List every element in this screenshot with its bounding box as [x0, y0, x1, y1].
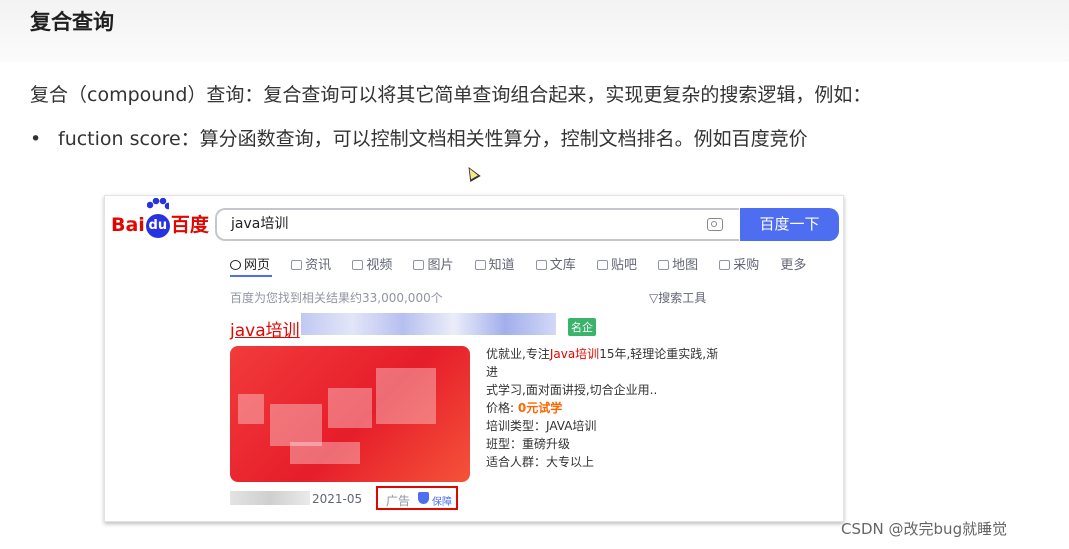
active-tab-indicator — [230, 275, 272, 277]
brand-badge: 名企 — [568, 318, 596, 336]
tab-label: 视频 — [366, 258, 393, 273]
guarantee-label[interactable]: 保障 — [432, 493, 452, 508]
pixel-block — [376, 368, 436, 424]
pixel-block — [290, 442, 360, 464]
ad-date: 2021-05 — [312, 492, 363, 506]
image-icon — [413, 260, 425, 270]
logo-du-badge: du — [145, 214, 170, 238]
desc-text: 优就业,专注 — [486, 347, 550, 361]
class-type: 班型：重磅升级 — [486, 437, 571, 451]
news-icon — [291, 260, 303, 270]
tab-label: 资讯 — [305, 258, 332, 273]
tab-tieba[interactable]: 贴吧 — [596, 254, 637, 273]
baidu-logo: Bai du 百度 — [111, 198, 209, 238]
tab-label: 知道 — [488, 258, 515, 273]
mouse-cursor-icon — [463, 163, 481, 183]
section-title: 复合查询 — [30, 10, 114, 34]
tab-label: 地图 — [672, 258, 699, 273]
pixelated-title-blur — [301, 313, 556, 335]
document-icon — [535, 260, 547, 270]
search-tabs: 网页 资讯 视频 图片 知道 文库 贴吧 地图 采购 更多 — [230, 254, 823, 273]
tab-purchase[interactable]: 采购 — [719, 254, 759, 273]
bullet-text: fuction score：算分函数查询，可以控制文档相关性算分，控制文档排名。… — [58, 128, 808, 150]
search-icon — [230, 260, 241, 270]
filter-icon: ▽ — [649, 291, 659, 305]
pixel-block — [238, 394, 264, 424]
pixelated-url-blur — [230, 491, 310, 505]
tab-news[interactable]: 资讯 — [291, 254, 331, 273]
bullet-dot: • — [30, 128, 42, 150]
cart-icon — [719, 260, 731, 270]
tab-map[interactable]: 地图 — [658, 254, 698, 273]
ad-image[interactable] — [230, 346, 470, 482]
desc-highlight: Java培训 — [549, 347, 600, 361]
tab-label: 网页 — [244, 258, 271, 273]
tieba-icon — [596, 260, 608, 270]
camera-icon[interactable] — [707, 218, 723, 231]
map-icon — [658, 260, 670, 270]
training-type: 培训类型：JAVA培训 — [486, 419, 597, 433]
search-tools-button[interactable]: ▽搜索工具 — [649, 289, 706, 306]
tab-wenku[interactable]: 文库 — [535, 254, 576, 273]
video-icon — [352, 260, 364, 270]
tab-more[interactable]: 更多 — [780, 254, 806, 273]
audience: 适合人群：大专以上 — [486, 455, 595, 469]
tab-web[interactable]: 网页 — [230, 254, 270, 273]
desc-line: 式学习,面对面讲授,切合企业用.. — [486, 383, 658, 397]
header-band — [0, 0, 1069, 62]
tab-video[interactable]: 视频 — [352, 254, 392, 273]
price-value: 0元试学 — [517, 401, 563, 415]
pixel-block — [270, 404, 322, 446]
tab-images[interactable]: 图片 — [413, 254, 453, 273]
search-button[interactable]: 百度一下 — [740, 208, 839, 241]
tools-label: 搜索工具 — [658, 291, 707, 305]
tab-label: 采购 — [733, 258, 760, 273]
tab-label: 更多 — [780, 258, 807, 273]
result-stats: 百度为您找到相关结果约33,000,000个 — [230, 291, 443, 305]
tab-label: 贴吧 — [610, 258, 637, 273]
bullet-item: • fuction score：算分函数查询，可以控制文档相关性算分，控制文档排名… — [30, 124, 808, 151]
shield-icon — [418, 492, 429, 504]
baidu-screenshot: Bai du 百度 java培训 百度一下 网页 资讯 视频 图片 知道 文库 贴吧… — [104, 195, 844, 522]
intro-text: 复合（compound）查询：复合查询可以将其它简单查询组合起来，实现更复杂的搜… — [30, 84, 872, 106]
pixel-block — [328, 388, 372, 428]
ad-description: 优就业,专注Java培训15年,轻理论重实践,渐进 式学习,面对面讲授,切合企业… — [486, 345, 726, 471]
price-label: 价格: — [486, 401, 515, 415]
tab-label: 图片 — [427, 258, 454, 273]
logo-text-left: Bai — [111, 214, 145, 236]
question-icon — [474, 260, 486, 270]
ad-footer: 2021-05 — [230, 491, 362, 506]
tab-label: 文库 — [549, 258, 576, 273]
tab-zhidao[interactable]: 知道 — [474, 254, 515, 273]
paw-icon — [147, 198, 169, 210]
ad-title-link[interactable]: java培训 — [230, 316, 300, 341]
logo-text-right: 百度 — [170, 214, 209, 236]
csdn-watermark: CSDN @改完bug就睡觉 — [841, 520, 1008, 538]
ad-label[interactable]: 广告 — [386, 492, 410, 509]
search-input[interactable]: java培训 — [215, 208, 739, 241]
